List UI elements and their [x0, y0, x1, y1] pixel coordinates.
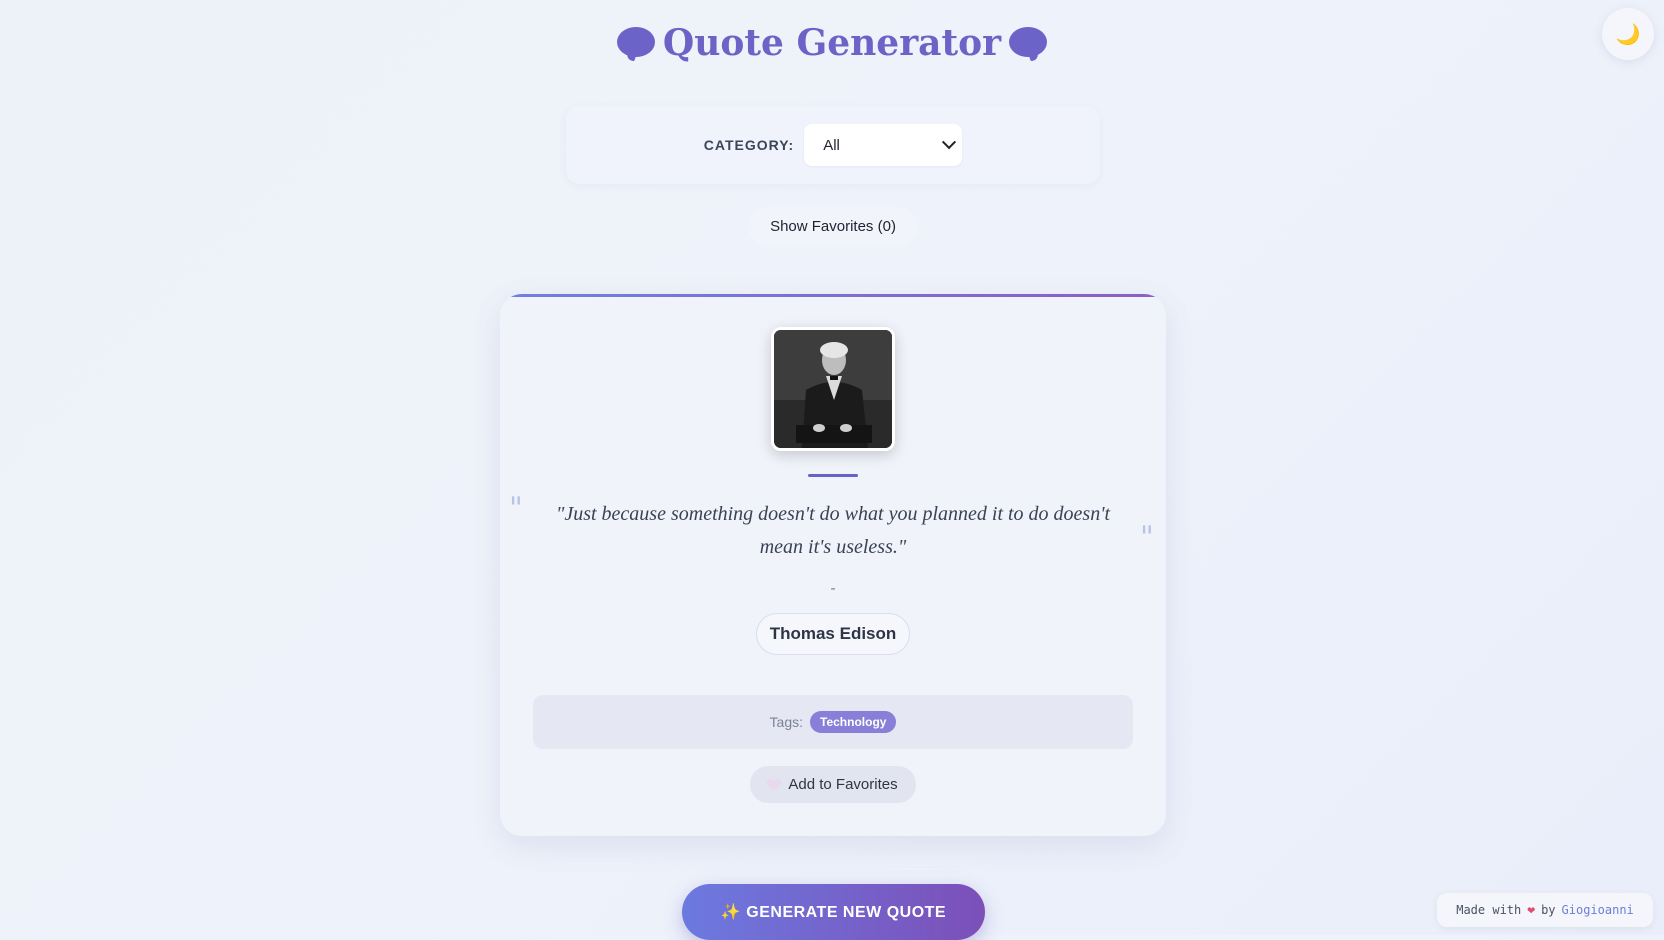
heart-icon: ❤: [1527, 902, 1536, 918]
quote-close-icon: ": [1140, 520, 1154, 555]
tags-label: Tags:: [769, 714, 803, 730]
generate-quote-button[interactable]: ✨ GENERATE NEW QUOTE: [682, 884, 985, 940]
category-select[interactable]: All: [804, 124, 963, 166]
quote-text: "Just because something doesn't do what …: [555, 503, 1111, 558]
portrait-divider: [808, 474, 858, 477]
tags-container: Tags: Technology: [533, 695, 1133, 749]
speech-bubble-icon: [616, 27, 655, 59]
category-label: CATEGORY:: [703, 137, 795, 153]
author-portrait-image: [774, 330, 892, 448]
show-favorites-button[interactable]: Show Favorites (0): [748, 207, 918, 245]
author-link[interactable]: Giogioanni: [1562, 903, 1634, 917]
speech-bubble-icon: [1009, 27, 1048, 59]
quote-open-icon: ": [509, 491, 523, 526]
tag-chip[interactable]: Technology: [810, 711, 897, 733]
page-title-text: Quote Generator: [662, 22, 1002, 64]
add-to-favorites-button[interactable]: Add to Favorites: [750, 766, 916, 803]
footer-credit: Made with ❤ by Giogioanni: [1437, 893, 1653, 927]
category-select-value: All: [823, 136, 840, 154]
author-dash: -: [830, 580, 836, 597]
category-filter: CATEGORY: All: [566, 106, 1100, 184]
add-to-favorites-label: Add to Favorites: [788, 776, 898, 793]
card-accent-bar: [500, 294, 1166, 297]
author-name: Thomas Edison: [756, 613, 910, 655]
heart-icon: [768, 779, 780, 791]
author-portrait: [771, 327, 895, 451]
footer-made-with: Made with: [1456, 903, 1522, 917]
footer-by: by: [1541, 903, 1556, 917]
page-title: Quote Generator: [0, 22, 1664, 64]
quote-card: " "Just because something doesn't do wha…: [500, 294, 1166, 836]
chevron-down-icon: [942, 135, 957, 150]
